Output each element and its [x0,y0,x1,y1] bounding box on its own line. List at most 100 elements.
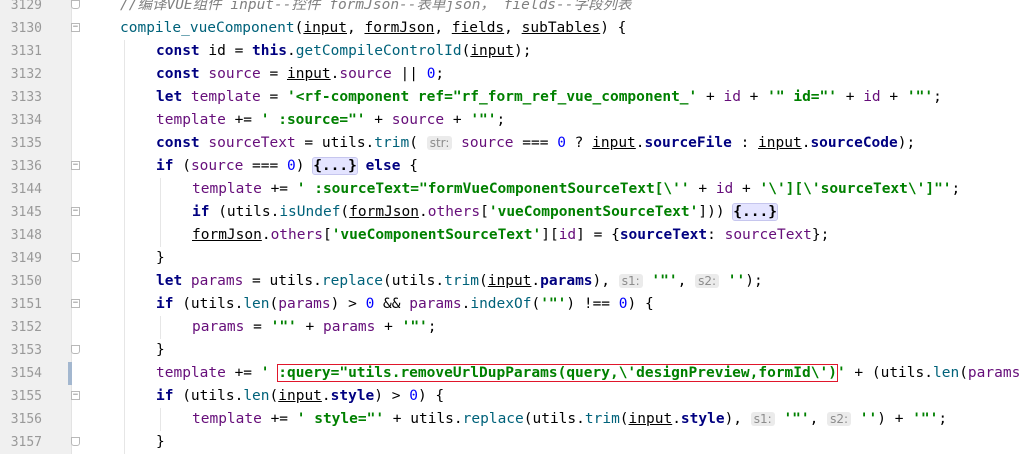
code-token: + [296,319,323,335]
code-line[interactable]: 3153} [0,339,1030,362]
indent-guide [124,247,125,270]
code-token: input [278,388,322,404]
code-token: . [321,388,331,404]
code-token: (utils. [218,204,280,220]
code-token: input [470,43,514,59]
code-line[interactable]: 3155 − if (utils.len(input.style) > 0) { [0,385,1030,408]
code-token: '"' [270,319,297,335]
line-number: 3135 [10,136,42,151]
indent-guide [124,431,125,454]
code-line[interactable]: 3144 template += ' :sourceText="formVueCo… [0,178,1030,201]
code-text: if (utils.len(params) > 0 && params.inde… [156,293,654,316]
code-text: if (utils.len(input.style) > 0) { [156,385,444,408]
fold-toggle-icon[interactable]: − [71,391,80,400]
code-token: + [837,89,864,105]
fold-toggle-icon[interactable]: − [71,207,80,216]
code-token: ; [951,181,961,197]
code-line[interactable]: 3132 const source = input.source || 0; [0,63,1030,86]
fold-toggle-icon[interactable]: − [71,299,80,308]
code-token: += [225,112,261,128]
code-text: } [156,431,165,454]
line-number: 3149 [10,251,42,266]
code-token: ' :sourceText="formVueComponentSourceTex… [296,181,690,197]
code-token: source [461,135,514,151]
parameter-hint: s1: [750,412,775,426]
code-line[interactable]: 3133 let template = '<rf-component ref="r… [0,86,1030,109]
code-token: ; [496,112,506,128]
code-line[interactable]: 3154 template += ' :query="utils.removeUr… [0,362,1030,385]
code-token: sourceCode [810,135,898,151]
code-text: const sourceText = utils.trim( str: sour… [156,132,915,155]
fold-end-icon[interactable] [71,437,80,446]
code-token: } [156,250,165,266]
code-token: = [295,135,322,151]
code-editor[interactable]: 3129 //编译VUE组件 input--控件 formJson--表单json… [0,0,1030,454]
line-number: 3131 [10,44,42,59]
code-token: (utils. [182,296,244,312]
code-token: ' :source="' [260,112,366,128]
indent-guide [124,86,125,109]
highlighted-code-box: :query="utils.removeUrlDupParams(query,\… [277,364,838,382]
code-line[interactable]: 3157} [0,431,1030,454]
code-token: ( [340,204,350,220]
code-token: : [707,227,725,243]
code-token: template [156,112,226,128]
code-token: { [409,158,418,174]
change-marker [68,362,72,385]
code-line[interactable]: 3129 //编译VUE组件 input--控件 formJson--表单json… [0,0,1030,17]
code-text: if (utils.isUndef(formJson.others['vueCo… [192,201,778,224]
code-token: 'vueComponentSourceText' [488,204,699,220]
code-token: 0 [286,158,296,174]
folded-region-button[interactable]: {...} [732,203,778,221]
code-token: id [723,89,741,105]
code-token: input [628,411,673,427]
code-token: (utils. [523,411,585,427]
code-token: const [156,43,209,59]
code-token: ( [959,365,968,381]
code-line[interactable]: 3136 − if (source === 0) {...} else { [0,155,1030,178]
indent-guide [160,178,161,201]
code-token: . [635,135,645,151]
code-token: source [208,66,261,82]
code-line[interactable]: 3131 const id = this.getCompileControlId(… [0,40,1030,63]
code-token: ) { [417,388,445,404]
fold-end-icon[interactable] [71,0,80,9]
code-line[interactable]: 3149} [0,247,1030,270]
code-token: , [504,20,522,36]
code-line[interactable]: 3135 const sourceText = utils.trim( str: … [0,132,1030,155]
code-token: replace [462,411,524,427]
parameter-hint: s2: [695,274,720,288]
line-number: 3151 [10,297,42,312]
code-text: template += ' style="' + utils.replace(u… [192,408,947,431]
code-text: let params = utils.replace(utils.trim(in… [156,270,763,293]
indent-guide [160,408,161,431]
code-token: source [391,112,445,128]
code-token: ); [897,135,916,151]
code-line[interactable]: 3148 formJson.others['vueComponentSourceT… [0,224,1030,247]
code-token: input [758,135,802,151]
code-token: template [156,365,226,381]
code-line[interactable]: 3156 template += ' style="' + utils.repla… [0,408,1030,431]
code-line[interactable]: 3150 let params = utils.replace(utils.tri… [0,270,1030,293]
code-line[interactable]: 3134 template += ' :source="' + source + … [0,109,1030,132]
line-number: 3155 [10,389,42,404]
code-token: let [156,89,191,105]
code-token: ); [745,273,763,289]
fold-toggle-icon[interactable]: − [71,23,80,32]
code-token: source [190,158,244,174]
code-line[interactable]: 3152 params = '"' + params + '"'; [0,316,1030,339]
code-token: = [260,89,287,105]
code-token: compile_vueComponent [120,20,295,36]
fold-end-icon[interactable] [71,253,80,262]
code-token: params [323,319,376,335]
fold-end-icon[interactable] [71,345,80,354]
code-line[interactable]: 3145 − if (utils.isUndef(formJson.others['… [0,201,1030,224]
code-line[interactable]: 3151 − if (utils.len(params) > 0 && params… [0,293,1030,316]
folded-region-button[interactable]: {...} [312,157,358,175]
code-token: += [261,181,297,197]
code-token: ; [435,66,445,82]
code-token: || [391,66,427,82]
fold-toggle-icon[interactable]: − [71,161,80,170]
code-token: others [427,204,481,220]
code-line[interactable]: 3130 − compile_vueComponent(input, formJso… [0,17,1030,40]
